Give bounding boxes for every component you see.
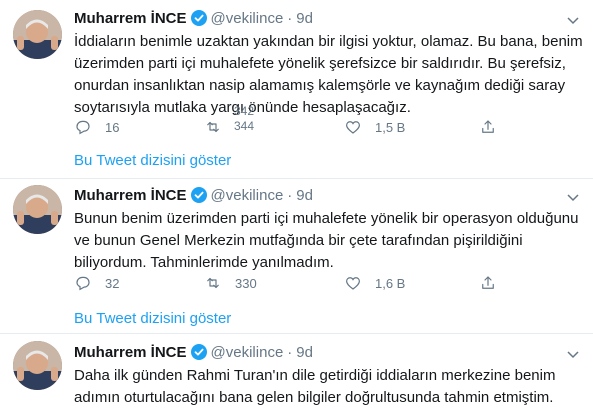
display-name[interactable]: Muharrem İNCE: [74, 187, 187, 204]
tweet-1[interactable]: Muharrem İNCE @vekilince · 9d İddiaların…: [0, 0, 593, 178]
separator-dot: ·: [287, 343, 293, 361]
tweet-header: Muharrem İNCE @vekilince · 9d: [74, 185, 313, 205]
tweet-2[interactable]: Muharrem İNCE @vekilince · 9d Bunun beni…: [0, 179, 593, 333]
reply-icon: [76, 276, 90, 291]
separator-dot: ·: [287, 9, 293, 27]
tweet-actions: 32 330 1,6 B: [74, 272, 514, 294]
reply-count: 32: [105, 275, 120, 291]
chevron-down-icon[interactable]: [565, 189, 581, 205]
share-button[interactable]: [479, 116, 497, 138]
avatar[interactable]: [13, 341, 62, 390]
chevron-down-icon[interactable]: [565, 346, 581, 362]
display-name[interactable]: Muharrem İNCE: [74, 344, 187, 361]
like-icon: [346, 121, 360, 134]
tweet-header: Muharrem İNCE @vekilince · 9d: [74, 8, 313, 28]
share-button[interactable]: [479, 272, 497, 294]
user-handle[interactable]: @vekilince: [211, 10, 284, 27]
retweet-count-previous: 342: [234, 104, 255, 118]
timestamp[interactable]: 9d: [296, 10, 313, 27]
timestamp[interactable]: 9d: [296, 187, 313, 204]
tweet-text: Daha ilk günden Rahmi Turan'ın dile geti…: [74, 367, 556, 406]
reply-button[interactable]: 32: [74, 272, 119, 294]
show-thread-link[interactable]: Bu Tweet dizisini göster: [74, 152, 231, 169]
retweet-count: 344: [234, 119, 255, 133]
like-button[interactable]: 1,5 B: [344, 116, 405, 138]
retweet-count-animating: 342 344: [234, 104, 255, 133]
avatar[interactable]: [13, 10, 62, 59]
tweet-3[interactable]: Muharrem İNCE @vekilince · 9d Daha ilk g…: [0, 334, 593, 413]
tweet-header: Muharrem İNCE @vekilince · 9d: [74, 342, 313, 362]
verified-badge-icon: [190, 187, 207, 203]
retweet-button[interactable]: 330: [204, 272, 257, 294]
tweet-actions: 16 342 344 1,5 B: [74, 105, 514, 138]
reply-icon: [76, 120, 90, 135]
tweet-text: İddiaların benimle uzaktan yakından bir …: [74, 33, 583, 116]
user-handle[interactable]: @vekilince: [211, 187, 284, 204]
timestamp[interactable]: 9d: [296, 344, 313, 361]
share-icon: [482, 276, 494, 289]
tweet-text: Bunun benim üzerimden parti içi muhalefe…: [74, 210, 579, 271]
show-thread-link[interactable]: Bu Tweet dizisini göster: [74, 310, 231, 327]
retweet-icon: [207, 277, 219, 289]
share-icon: [482, 120, 494, 133]
retweet-button[interactable]: 342 344: [204, 105, 254, 138]
like-button[interactable]: 1,6 B: [344, 272, 405, 294]
retweet-count: 330: [235, 275, 257, 291]
avatar[interactable]: [13, 185, 62, 234]
chevron-down-icon[interactable]: [565, 12, 581, 28]
separator-dot: ·: [287, 186, 293, 204]
reply-count: 16: [105, 119, 120, 135]
verified-badge-icon: [190, 10, 207, 26]
reply-button[interactable]: 16: [74, 116, 119, 138]
retweet-icon: [207, 121, 219, 133]
display-name[interactable]: Muharrem İNCE: [74, 10, 187, 27]
like-count: 1,5 B: [375, 119, 406, 135]
like-icon: [346, 277, 360, 290]
like-count: 1,6 B: [375, 275, 406, 291]
user-handle[interactable]: @vekilince: [211, 344, 284, 361]
verified-badge-icon: [190, 344, 207, 360]
